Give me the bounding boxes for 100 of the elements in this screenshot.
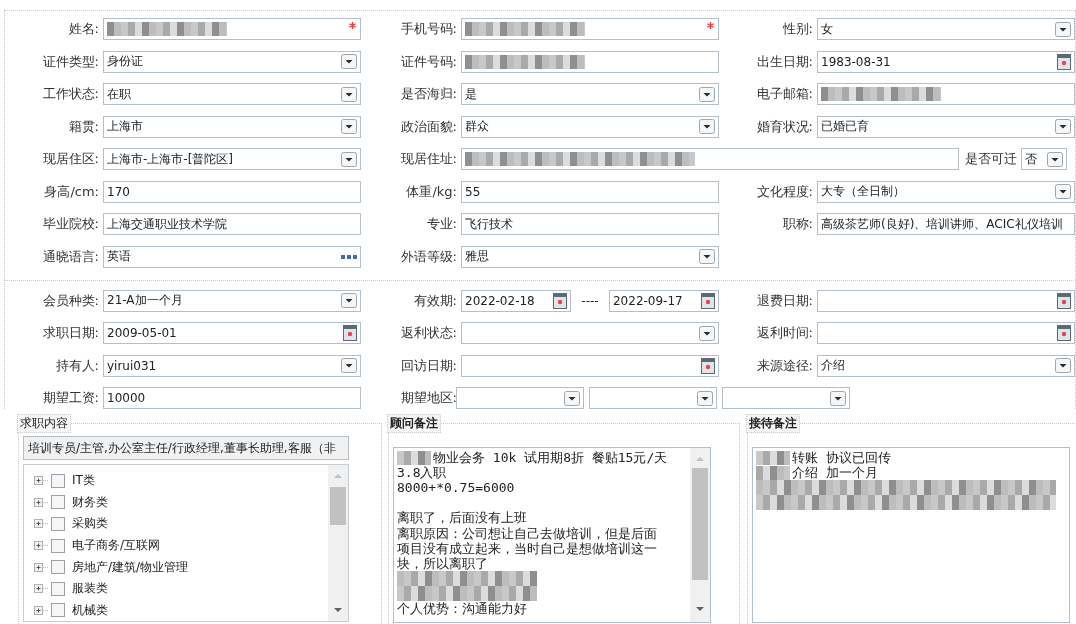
caret-icon <box>699 86 715 102</box>
date-field[interactable] <box>461 354 719 377</box>
field-label: 现居住区: <box>41 150 100 168</box>
field-label: 返利状态: <box>399 324 458 342</box>
dropdown-field[interactable]: 否 <box>1021 148 1067 170</box>
tree-item[interactable]: 机械类 <box>34 599 328 622</box>
notes-field[interactable]: 物业会务 10k 试用期8折 餐贴15元/天 3.8入职 8000+*0.75=6000 离职了，后面没有上班 离职原因：公司想让自己去做培训，但是后面 项目没有成立起来，当时自己是想做培训这一 块，所以离职了 个人优势：沟通能力好 <box>393 447 711 623</box>
dropdown-field[interactable]: 介绍 <box>817 354 1075 377</box>
field-label: 是否可迁 <box>964 150 1018 168</box>
caret-icon <box>341 119 357 134</box>
text-field[interactable] <box>461 18 719 40</box>
summary-field[interactable]: 培训专员/主管,办公室主任/行政经理,董事长助理,客服（非 <box>23 436 349 460</box>
dropdown-field[interactable]: 大专（全日制） <box>817 180 1075 203</box>
dropdown-field[interactable]: 在职 <box>103 83 361 105</box>
date-field[interactable]: 2022-02-18 <box>461 289 571 312</box>
dropdown-field[interactable]: 是 <box>461 83 719 105</box>
field-label: 工作状态: <box>41 85 100 103</box>
caret-icon <box>564 390 580 406</box>
caret-icon <box>699 249 715 264</box>
dropdown-field[interactable]: 21-A加一个月 <box>103 289 361 312</box>
date-field[interactable] <box>817 322 1075 344</box>
expand-icon[interactable] <box>34 562 48 572</box>
checkbox[interactable] <box>51 495 65 510</box>
dropdown-field[interactable]: 上海市-上海市-[普陀区] <box>103 148 361 170</box>
field-label: 证件号码: <box>399 52 458 71</box>
dropdown-field[interactable]: 已婚已育 <box>817 115 1075 138</box>
date-field[interactable] <box>817 289 1075 312</box>
checkbox[interactable] <box>51 516 65 531</box>
text-field[interactable]: 飞行技术 <box>461 213 719 235</box>
text-field[interactable] <box>461 50 719 73</box>
field-label: 婚育状况: <box>755 117 814 136</box>
caret-icon <box>1055 184 1071 199</box>
checkbox[interactable] <box>51 560 65 575</box>
panel-title: 求职内容 <box>17 414 71 433</box>
field-label: 期望工资: <box>41 389 100 407</box>
field-label: 文化程度: <box>755 182 814 201</box>
calendar-icon <box>1057 53 1071 70</box>
tree-item[interactable]: 房地产/建筑/物业管理 <box>34 556 328 578</box>
checkbox[interactable] <box>51 538 65 553</box>
expand-icon[interactable] <box>34 541 48 550</box>
text-field[interactable] <box>817 83 1075 105</box>
field-label: 期望地区: <box>399 389 458 407</box>
expand-icon[interactable] <box>34 476 48 486</box>
field-label: 返利时间: <box>755 324 814 342</box>
field-label: 出生日期: <box>755 52 814 71</box>
tree-item[interactable]: 采购类 <box>34 513 328 535</box>
text-field[interactable]: 上海交通职业技术学院 <box>103 213 361 235</box>
date-field[interactable]: 2009-05-01 <box>103 322 361 344</box>
expand-icon[interactable] <box>34 584 48 594</box>
tree-item[interactable]: 服装类 <box>34 577 328 600</box>
dropdown-field[interactable] <box>456 387 584 409</box>
field-label: 有效期: <box>412 291 458 310</box>
dropdown-field[interactable]: 群众 <box>461 115 719 138</box>
field-label: 姓名: <box>67 20 100 38</box>
expand-icon[interactable] <box>34 605 48 615</box>
calendar-icon <box>1057 292 1071 309</box>
caret-icon <box>341 358 357 373</box>
text-field[interactable]: 170 <box>103 180 361 203</box>
dropdown-field[interactable]: 女 <box>817 18 1075 40</box>
text-field[interactable]: 高级茶艺师(良好)、培训讲师、ACIC礼仪培训 <box>817 213 1075 235</box>
caret-icon <box>697 390 713 406</box>
calendar-icon <box>701 292 715 309</box>
tree-item[interactable]: 财务类 <box>34 491 328 514</box>
dropdown-field[interactable]: 雅思 <box>461 245 719 268</box>
text-field[interactable]: 10000 <box>103 387 361 409</box>
field-label: 现居住址: <box>399 150 458 168</box>
text-field[interactable] <box>461 148 959 170</box>
dropdown-field[interactable] <box>722 387 850 409</box>
dropdown-field[interactable]: 上海市 <box>103 115 361 138</box>
picker-field[interactable]: 英语 <box>103 245 361 268</box>
dropdown-field[interactable] <box>461 322 719 344</box>
dropdown-field[interactable]: yirui031 <box>103 354 361 377</box>
scrollbar[interactable] <box>328 465 348 621</box>
caret-icon <box>341 54 357 69</box>
text-field[interactable] <box>103 18 361 40</box>
field-label: 会员种类: <box>41 291 100 310</box>
tree-item[interactable]: IT类 <box>34 470 328 492</box>
field-label: 外语等级: <box>399 247 458 266</box>
checkbox[interactable] <box>51 473 65 488</box>
field-label: 毕业院校: <box>41 215 100 233</box>
panel-title: 接待备注 <box>746 414 800 433</box>
caret-icon <box>1055 119 1071 134</box>
checkbox[interactable] <box>51 603 65 618</box>
text-field[interactable]: 55 <box>461 180 719 203</box>
caret-icon <box>1055 21 1071 37</box>
field-label: 是否海归: <box>399 85 458 103</box>
date-field[interactable]: 2022-09-17 <box>609 289 719 312</box>
field-label: 证件类型: <box>41 52 100 71</box>
dropdown-field[interactable]: 身份证 <box>103 50 361 73</box>
expand-icon[interactable] <box>34 519 48 529</box>
checkbox[interactable] <box>51 581 65 596</box>
caret-icon <box>341 151 357 167</box>
date-field[interactable]: 1983-08-31 <box>817 50 1075 73</box>
tree-item[interactable]: 电子商务/互联网 <box>34 534 328 557</box>
caret-icon <box>830 390 846 406</box>
notes-field[interactable]: 转账 协议已回传 介绍 加一个月 <box>752 447 1070 623</box>
scrollbar[interactable] <box>690 448 710 622</box>
dropdown-field[interactable] <box>589 387 717 409</box>
field-label: 求职日期: <box>41 324 100 342</box>
expand-icon[interactable] <box>34 497 48 507</box>
